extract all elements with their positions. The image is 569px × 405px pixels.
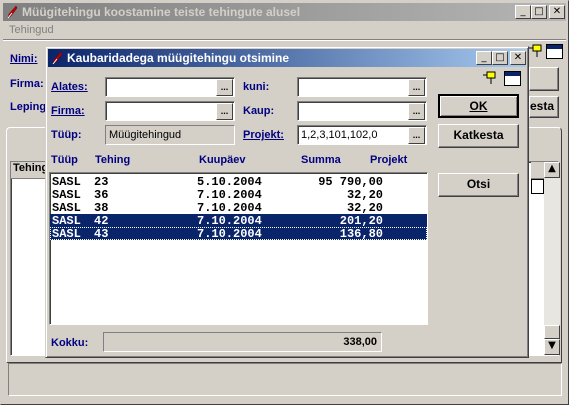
main-window-icon[interactable] xyxy=(546,44,563,59)
row-summa: 32,20 xyxy=(346,188,383,202)
table-row[interactable]: SASL 43 7.10.2004 136,80 xyxy=(50,227,427,241)
row-tuup: SASL xyxy=(52,175,81,189)
row-kuupaev: 7.10.2004 xyxy=(197,201,262,215)
row-kuupaev: 7.10.2004 xyxy=(197,188,262,202)
scroll-thumb[interactable] xyxy=(544,325,560,339)
col-tehing[interactable]: Tehing xyxy=(95,154,130,166)
dialog-pin-icon[interactable] xyxy=(481,71,498,86)
label-firma-main: Firma: xyxy=(10,78,44,90)
main-status-bar xyxy=(8,363,562,396)
otsi-button[interactable]: Otsi xyxy=(438,173,519,197)
kokku-value: 338,00 xyxy=(103,332,382,352)
main-pin-icon[interactable] xyxy=(527,44,544,59)
main-title-bar: Müügitehingu koostamine teiste tehingute… xyxy=(3,3,566,21)
label-nimi: Nimi: xyxy=(10,53,38,65)
row-kuupaev: 5.10.2004 xyxy=(197,175,262,189)
dialog-minimize-icon[interactable]: _ xyxy=(476,51,492,65)
row-summa: 95 790,00 xyxy=(318,175,383,189)
col-tuup[interactable]: Tüüp xyxy=(51,154,78,166)
table-row[interactable]: SASL 38 7.10.2004 32,20 xyxy=(50,201,427,215)
label-tuup: Tüüp: xyxy=(51,129,82,141)
table-row[interactable]: SASL 36 7.10.2004 32,20 xyxy=(50,188,427,202)
alates-picker-icon[interactable]: ... xyxy=(216,79,233,96)
row-tuup: SASL xyxy=(52,227,81,241)
col-kuupaev[interactable]: Kuupäev xyxy=(199,154,245,166)
label-kuni: kuni: xyxy=(243,81,270,93)
main-katkesta-button-partial[interactable]: esta xyxy=(529,96,559,118)
tuup-value: Müügitehingud xyxy=(105,125,235,145)
main-col-tehing: Tehing xyxy=(13,162,49,174)
main-katkesta-label: esta xyxy=(530,99,555,113)
row-tehing: 38 xyxy=(94,201,109,215)
kaup-picker-icon[interactable]: ... xyxy=(408,103,425,120)
row-summa: 136,80 xyxy=(339,227,383,241)
otsi-label: Otsi xyxy=(466,177,491,191)
row-tuup: SASL xyxy=(52,201,81,215)
table-row[interactable]: SASL 42 7.10.2004 201,20 xyxy=(50,214,427,228)
row-kuupaev: 7.10.2004 xyxy=(197,227,262,241)
main-right-button-top[interactable] xyxy=(529,67,559,91)
ok-label: OK xyxy=(469,99,488,113)
results-list[interactable]: SASL 23 5.10.2004 95 790,00 SASL 36 7.10.2004… xyxy=(49,172,428,325)
kuni-picker-icon[interactable]: ... xyxy=(408,79,425,96)
dialog-close-icon[interactable]: ✕ xyxy=(510,51,526,65)
dialog-title-bar: Kaubaridadega müügitehingu otsimine _ □ … xyxy=(48,49,526,67)
label-kaup: Kaup: xyxy=(243,105,275,117)
dialog-feather-icon xyxy=(51,51,63,65)
label-firma: Firma: xyxy=(51,105,85,117)
row-kuupaev: 7.10.2004 xyxy=(197,214,262,228)
close-icon[interactable]: ✕ xyxy=(549,5,565,19)
firma-picker-icon[interactable]: ... xyxy=(216,103,233,120)
minimize-icon[interactable]: _ xyxy=(515,5,531,19)
label-alates: Alates: xyxy=(51,81,88,93)
row-tehing: 42 xyxy=(94,214,109,228)
col-summa[interactable]: Summa xyxy=(301,154,341,166)
katkesta-label: Katkesta xyxy=(453,128,504,142)
dialog-title: Kaubaridadega müügitehingu otsimine xyxy=(67,51,290,65)
menu-divider xyxy=(3,39,566,41)
row-tehing: 36 xyxy=(94,188,109,202)
main-window-title: Müügitehingu koostamine teiste tehingute… xyxy=(22,5,301,19)
dialog-window-icon[interactable] xyxy=(504,71,521,86)
main-grid-right-cell xyxy=(531,179,544,194)
row-tuup: SASL xyxy=(52,188,81,202)
projekt-picker-icon[interactable]: ... xyxy=(408,127,425,144)
scroll-up-icon[interactable]: ▲ xyxy=(544,162,560,178)
dialog-maximize-icon[interactable]: □ xyxy=(492,51,508,65)
label-kokku: Kokku: xyxy=(51,337,89,349)
label-leping: Leping xyxy=(10,101,47,113)
ok-button[interactable]: OK xyxy=(438,94,519,118)
row-summa: 201,20 xyxy=(339,214,383,228)
row-tehing: 23 xyxy=(94,175,109,189)
main-grid-header-right xyxy=(531,162,544,179)
menu-bar: Tehingud xyxy=(3,22,566,39)
row-tehing: 43 xyxy=(94,227,109,241)
menu-tehingud[interactable]: Tehingud xyxy=(9,24,54,36)
katkesta-button[interactable]: Katkesta xyxy=(438,124,519,148)
scroll-down-icon[interactable]: ▼ xyxy=(544,339,560,355)
main-grid-scrollbar[interactable]: ▲ ▼ xyxy=(544,162,560,355)
maximize-icon[interactable]: □ xyxy=(531,5,547,19)
col-projekt[interactable]: Projekt xyxy=(370,154,407,166)
main-grid-header: Tehing xyxy=(11,162,49,179)
app-feather-icon xyxy=(6,5,18,19)
row-tuup: SASL xyxy=(52,214,81,228)
table-row[interactable]: SASL 23 5.10.2004 95 790,00 xyxy=(50,175,427,189)
search-dialog: Kaubaridadega müügitehingu otsimine _ □ … xyxy=(45,46,529,358)
row-summa: 32,20 xyxy=(346,201,383,215)
label-projekt: Projekt: xyxy=(243,129,284,141)
